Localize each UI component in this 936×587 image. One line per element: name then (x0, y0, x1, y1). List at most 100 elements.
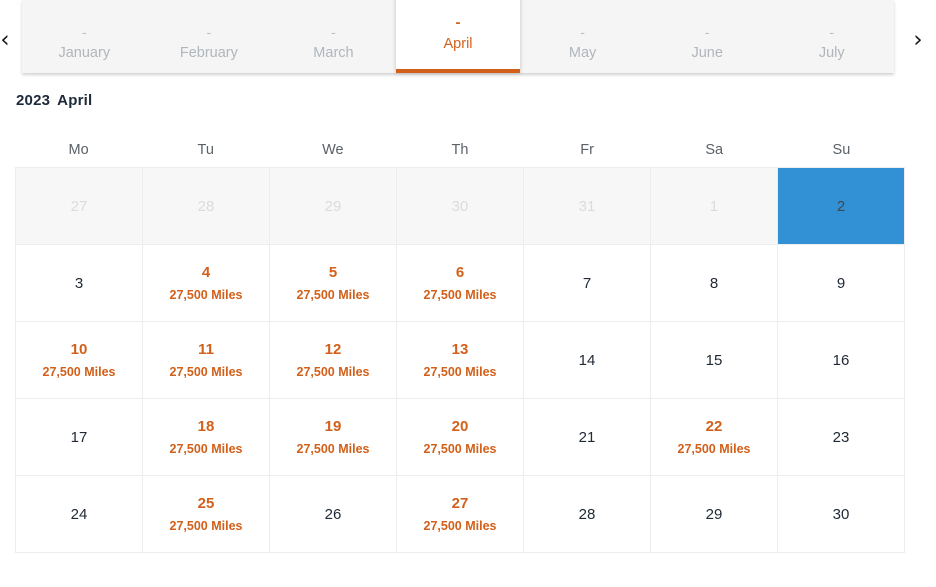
calendar-day-cell[interactable]: 16 (778, 322, 905, 399)
day-number: 24 (70, 505, 88, 523)
day-event-note: 27,500 Miles (42, 365, 116, 379)
calendar-day-cell[interactable]: 8 (651, 245, 778, 322)
day-event-note: 27,500 Miles (423, 519, 497, 533)
calendar-day-cell[interactable]: 27 27,500 Miles (397, 476, 524, 553)
month-tab-value: - (829, 24, 835, 40)
calendar-day-cell[interactable]: 7 (524, 245, 651, 322)
month-tab-june[interactable]: - June (645, 0, 770, 73)
calendar-day-cell[interactable]: 15 (651, 322, 778, 399)
month-tab-value: - (580, 24, 585, 40)
day-number: 1 (709, 197, 719, 215)
month-tab-label: July (818, 45, 845, 61)
day-event-note: 27,500 Miles (423, 288, 497, 302)
day-number: 23 (832, 428, 850, 446)
chevron-right-icon[interactable]: › (907, 18, 929, 62)
day-number: 31 (578, 197, 596, 215)
month-tab-february[interactable]: - February (147, 0, 272, 73)
calendar-week-row: 24 25 27,500 Miles 26 27 27,500 Miles 28 29 30 (16, 476, 905, 553)
day-number: 19 (324, 418, 342, 435)
weekday-header-mo: Mo (68, 142, 89, 158)
weekday-header-tu: Tu (197, 142, 214, 158)
day-number: 10 (70, 341, 88, 358)
month-tab-value: - (704, 24, 710, 40)
month-tab-strip: - January - February - March - April - May - June - J… (22, 0, 894, 73)
day-number: 4 (201, 264, 211, 281)
calendar-day-cell[interactable]: 2 (778, 168, 905, 245)
day-event-note: 27,500 Miles (169, 519, 243, 533)
calendar-day-cell[interactable]: 24 (16, 476, 143, 553)
page-title: 2023 April (16, 92, 92, 109)
calendar-day-cell: 28 (143, 168, 270, 245)
month-tab-label: March (313, 45, 354, 61)
calendar-day-cell[interactable]: 5 27,500 Miles (270, 245, 397, 322)
month-tab-march[interactable]: - March (271, 0, 396, 73)
month-tab-may[interactable]: - May (520, 0, 645, 73)
calendar-day-cell[interactable]: 14 (524, 322, 651, 399)
month-tab-april[interactable]: - April (395, 0, 521, 73)
day-event-note: 27,500 Miles (296, 365, 370, 379)
day-number: 16 (832, 351, 850, 369)
day-event-note: 27,500 Miles (296, 288, 370, 302)
calendar-day-cell[interactable]: 13 27,500 Miles (397, 322, 524, 399)
calendar-day-cell[interactable]: 26 (270, 476, 397, 553)
calendar-day-cell[interactable]: 19 27,500 Miles (270, 399, 397, 476)
month-tab-july[interactable]: - July (769, 0, 894, 73)
day-number: 17 (70, 428, 88, 446)
day-number: 20 (451, 418, 469, 435)
day-number: 27 (70, 197, 88, 215)
calendar-day-cell[interactable]: 25 27,500 Miles (143, 476, 270, 553)
day-event-note: 27,500 Miles (677, 442, 751, 456)
weekday-header-sa: Sa (705, 142, 724, 158)
calendar-day-cell[interactable]: 17 (16, 399, 143, 476)
day-number: 22 (705, 418, 723, 435)
calendar-week-row: 17 18 27,500 Miles 19 27,500 Miles 20 27,500 M… (16, 399, 905, 476)
day-number: 13 (451, 341, 469, 358)
title-month: April (57, 92, 93, 109)
day-number: 6 (455, 264, 465, 281)
calendar-day-cell[interactable]: 29 (651, 476, 778, 553)
calendar-day-cell[interactable]: 21 (524, 399, 651, 476)
calendar-day-cell: 29 (270, 168, 397, 245)
day-event-note: 27,500 Miles (423, 365, 497, 379)
month-tab-january[interactable]: - January (22, 0, 147, 73)
day-event-note: 27,500 Miles (169, 442, 243, 456)
day-number: 9 (836, 274, 846, 292)
calendar-day-cell[interactable]: 28 (524, 476, 651, 553)
day-number: 15 (705, 351, 723, 369)
month-tab-label: February (179, 45, 238, 61)
calendar-day-cell[interactable]: 18 27,500 Miles (143, 399, 270, 476)
calendar-day-cell[interactable]: 6 27,500 Miles (397, 245, 524, 322)
day-event-note: 27,500 Miles (169, 365, 243, 379)
month-tab-label: January (58, 45, 111, 61)
calendar-day-cell[interactable]: 9 (778, 245, 905, 322)
day-number: 30 (832, 505, 850, 523)
day-number: 11 (198, 341, 214, 358)
day-number: 8 (709, 274, 719, 292)
calendar: Mo Tu We Th Fr Sa Su 27 28 29 30 31 1 2 3 4 27,500 Mile… (15, 140, 905, 553)
day-number: 29 (324, 197, 342, 215)
calendar-day-cell[interactable]: 30 (778, 476, 905, 553)
calendar-day-cell[interactable]: 10 27,500 Miles (16, 322, 143, 399)
calendar-day-cell[interactable]: 11 27,500 Miles (143, 322, 270, 399)
day-number: 2 (836, 197, 846, 215)
calendar-day-cell[interactable]: 3 (16, 245, 143, 322)
day-number: 12 (324, 341, 342, 358)
day-number: 27 (451, 495, 469, 512)
month-tab-value: - (455, 14, 461, 31)
calendar-week-row: 10 27,500 Miles 11 27,500 Miles 12 27,500 Mil… (16, 322, 905, 399)
calendar-day-cell[interactable]: 23 (778, 399, 905, 476)
calendar-day-cell[interactable]: 20 27,500 Miles (397, 399, 524, 476)
chevron-left-icon[interactable]: ‹ (0, 18, 16, 62)
month-tab-value: - (331, 24, 336, 40)
day-event-note: 27,500 Miles (423, 442, 497, 456)
calendar-day-cell[interactable]: 12 27,500 Miles (270, 322, 397, 399)
calendar-day-cell[interactable]: 22 27,500 Miles (651, 399, 778, 476)
month-tab-label: May (568, 45, 597, 61)
day-number: 5 (328, 264, 338, 281)
day-number: 26 (324, 505, 342, 523)
calendar-day-cell[interactable]: 4 27,500 Miles (143, 245, 270, 322)
day-number: 28 (197, 197, 215, 215)
day-number: 25 (197, 495, 215, 512)
calendar-day-cell: 31 (524, 168, 651, 245)
day-number: 28 (578, 505, 596, 523)
